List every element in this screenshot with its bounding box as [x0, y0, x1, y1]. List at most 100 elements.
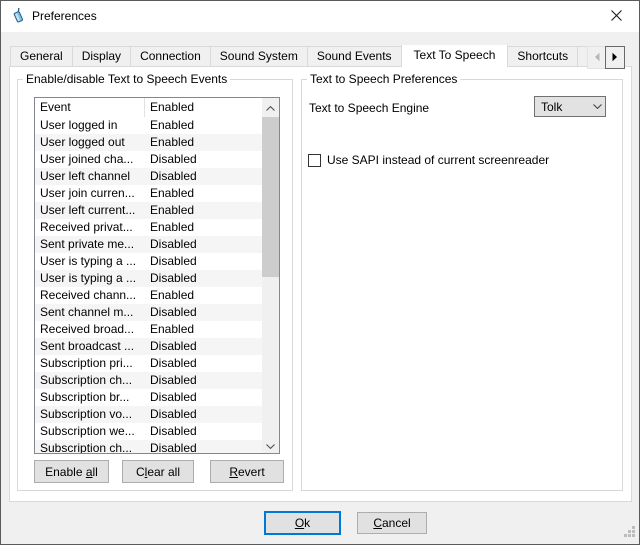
use-sapi-checkbox[interactable] — [308, 154, 321, 167]
preferences-dialog: Preferences GeneralDisplayConnectionSoun… — [0, 0, 640, 545]
group-title: Enable/disable Text to Speech Events — [23, 72, 230, 86]
event-enabled-value: Disabled — [145, 270, 279, 287]
dropdown-selected-value: Tolk — [535, 100, 589, 114]
group-tts-preferences: Text to Speech Preferences — [301, 79, 623, 491]
event-enabled-value: Disabled — [145, 440, 279, 454]
list-item[interactable]: Subscription ch... Disabled — [35, 372, 279, 389]
scrollbar-thumb[interactable] — [262, 117, 279, 277]
event-enabled-value: Enabled — [145, 321, 279, 338]
list-item[interactable]: Subscription ch... Disabled — [35, 440, 279, 454]
event-name: Received broad... — [35, 321, 145, 338]
revert-button[interactable]: Revert — [210, 460, 284, 483]
close-icon — [611, 10, 622, 24]
use-sapi-checkbox-row[interactable]: Use SAPI instead of current screenreader — [308, 153, 549, 167]
event-enabled-value: Enabled — [145, 202, 279, 219]
event-name: Subscription vo... — [35, 406, 145, 423]
event-name: Subscription ch... — [35, 440, 145, 454]
event-enabled-value: Disabled — [145, 372, 279, 389]
event-enabled-value: Disabled — [145, 355, 279, 372]
vertical-scrollbar[interactable] — [262, 98, 279, 453]
resize-grip[interactable] — [623, 525, 636, 541]
event-name: Sent channel m... — [35, 304, 145, 321]
group-title: Text to Speech Preferences — [307, 72, 460, 86]
arrow-left-icon — [593, 51, 601, 65]
event-enabled-value: Disabled — [145, 423, 279, 440]
event-name: Received privat... — [35, 219, 145, 236]
list-item[interactable]: Sent private me... Disabled — [35, 236, 279, 253]
list-item[interactable]: User joined cha... Disabled — [35, 151, 279, 168]
event-name: User left channel — [35, 168, 145, 185]
tab-scroll-left-button[interactable] — [587, 46, 607, 69]
list-item[interactable]: User logged in Enabled — [35, 117, 279, 134]
event-enabled-value: Enabled — [145, 117, 279, 134]
event-enabled-value: Disabled — [145, 253, 279, 270]
tab-general[interactable]: General — [10, 46, 73, 67]
event-name: Received chann... — [35, 287, 145, 304]
list-item[interactable]: User left channel Disabled — [35, 168, 279, 185]
close-button[interactable] — [594, 1, 639, 32]
scrollbar-up-button[interactable] — [262, 98, 279, 115]
tab-bar: GeneralDisplayConnectionSound SystemSoun… — [10, 45, 598, 67]
event-name: Subscription we... — [35, 423, 145, 440]
clear-all-button[interactable]: Clear all — [122, 460, 194, 483]
chevron-up-icon — [266, 100, 275, 114]
tab-scroll-right-button[interactable] — [605, 46, 625, 69]
column-header-enabled[interactable]: Enabled — [145, 98, 279, 117]
tts-events-list[interactable]: Event Enabled User logged in Enabled Use… — [34, 97, 280, 454]
tts-engine-dropdown[interactable]: Tolk — [534, 96, 606, 117]
engine-label: Text to Speech Engine — [309, 101, 429, 115]
column-header-event[interactable]: Event — [35, 98, 145, 117]
tab-shortcuts[interactable]: Shortcuts — [507, 46, 578, 67]
event-enabled-value: Disabled — [145, 236, 279, 253]
event-enabled-value: Disabled — [145, 168, 279, 185]
event-name: Subscription pri... — [35, 355, 145, 372]
list-item[interactable]: Received chann... Enabled — [35, 287, 279, 304]
window-title: Preferences — [32, 1, 97, 32]
event-enabled-value: Enabled — [145, 219, 279, 236]
use-sapi-label: Use SAPI instead of current screenreader — [327, 153, 549, 167]
scrollbar-down-button[interactable] — [262, 436, 279, 453]
title-bar: Preferences — [1, 1, 639, 32]
list-item[interactable]: User is typing a ... Disabled — [35, 270, 279, 287]
list-item[interactable]: Subscription vo... Disabled — [35, 406, 279, 423]
event-enabled-value: Enabled — [145, 134, 279, 151]
list-item[interactable]: Received privat... Enabled — [35, 219, 279, 236]
list-item[interactable]: Sent broadcast ... Disabled — [35, 338, 279, 355]
event-name: User logged in — [35, 117, 145, 134]
list-rows: User logged in Enabled User logged out E… — [35, 117, 279, 454]
enable-all-button[interactable]: Enable all — [34, 460, 109, 483]
tab-text-to-speech[interactable]: Text To Speech — [401, 45, 509, 67]
list-item[interactable]: Subscription br... Disabled — [35, 389, 279, 406]
tab-sound-events[interactable]: Sound Events — [307, 46, 402, 67]
list-item[interactable]: Received broad... Enabled — [35, 321, 279, 338]
list-item[interactable]: Subscription we... Disabled — [35, 423, 279, 440]
chevron-down-icon — [589, 104, 605, 109]
event-name: Sent private me... — [35, 236, 145, 253]
event-name: User joined cha... — [35, 151, 145, 168]
list-item[interactable]: User logged out Enabled — [35, 134, 279, 151]
event-name: Sent broadcast ... — [35, 338, 145, 355]
event-name: User join curren... — [35, 185, 145, 202]
list-item[interactable]: User left current... Enabled — [35, 202, 279, 219]
event-enabled-value: Disabled — [145, 406, 279, 423]
list-item[interactable]: User is typing a ... Disabled — [35, 253, 279, 270]
event-enabled-value: Disabled — [145, 151, 279, 168]
chevron-down-icon — [266, 438, 275, 452]
arrow-right-icon — [611, 51, 619, 65]
list-item[interactable]: User join curren... Enabled — [35, 185, 279, 202]
event-name: User is typing a ... — [35, 253, 145, 270]
list-header: Event Enabled — [35, 98, 279, 117]
list-item[interactable]: Subscription pri... Disabled — [35, 355, 279, 372]
event-name: User is typing a ... — [35, 270, 145, 287]
event-enabled-value: Enabled — [145, 185, 279, 202]
cancel-button[interactable]: Cancel — [357, 512, 427, 534]
tab-display[interactable]: Display — [72, 46, 131, 67]
event-enabled-value: Disabled — [145, 304, 279, 321]
event-enabled-value: Disabled — [145, 338, 279, 355]
tab-sound-system[interactable]: Sound System — [210, 46, 308, 67]
list-item[interactable]: Sent channel m... Disabled — [35, 304, 279, 321]
event-enabled-value: Disabled — [145, 389, 279, 406]
event-name: Subscription ch... — [35, 372, 145, 389]
tab-connection[interactable]: Connection — [130, 46, 211, 67]
ok-button[interactable]: Ok — [264, 511, 341, 535]
